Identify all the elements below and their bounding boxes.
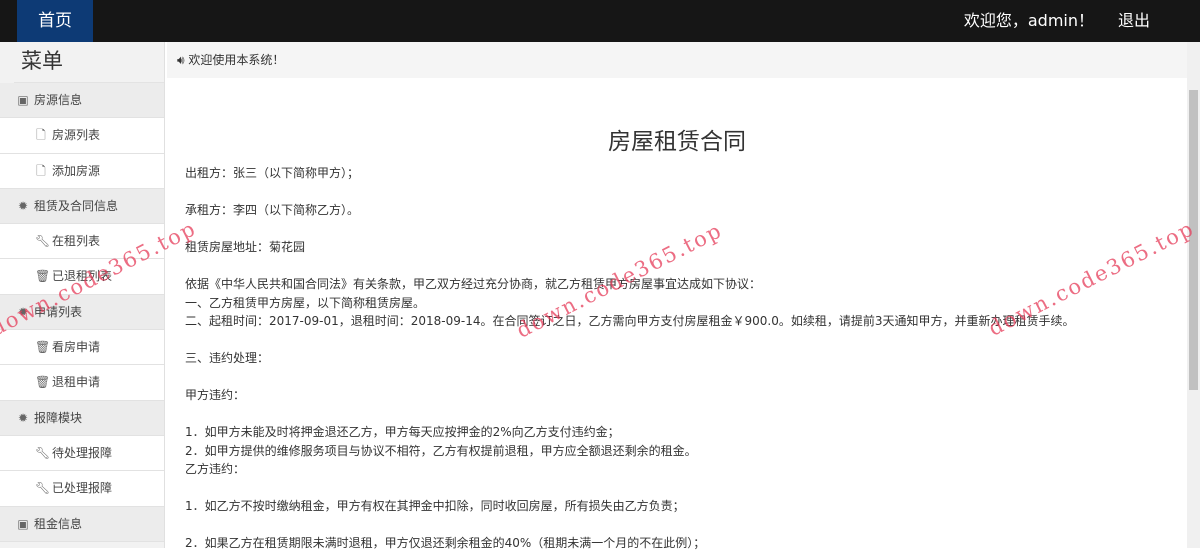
sidebar-item[interactable]: ▣ 房源信息: [0, 83, 164, 119]
sidebar-item[interactable]: ▣ 租金信息: [0, 506, 164, 542]
contract-line: [185, 516, 1074, 535]
sidebar-item-label: 租赁及合同信息: [34, 198, 119, 213]
notice-text: 欢迎使用本系统！: [188, 53, 285, 67]
wrench-icon: 🔧︎: [35, 445, 51, 460]
wrench-icon: 🔧︎: [35, 481, 51, 496]
contract-line: 2．如果乙方在租赁期限未满时退租，甲方仅退还剩余租金的40%（租期未满一个月的不…: [185, 536, 706, 550]
contract-line: [185, 479, 1074, 498]
logout-link[interactable]: 退出: [1118, 0, 1150, 42]
sidebar-item[interactable]: 🗑︎ 退租申请: [0, 365, 164, 401]
trash-icon: 🗑︎: [35, 375, 51, 390]
sidebar-item-label: 房源信息: [34, 93, 83, 107]
contract-line: [185, 183, 1074, 202]
contract-line: 出租方：张三（以下简称甲方）；: [185, 166, 360, 180]
book-icon: ▣: [17, 516, 29, 531]
file-icon: 🗋: [36, 128, 46, 143]
file-icon: 🗋: [36, 163, 46, 178]
sidebar-item-label: 房源列表: [52, 128, 101, 143]
sidebar-item[interactable]: 🔧︎ 已处理报障: [0, 471, 164, 507]
sidebar-item-label: 待处理报障: [52, 445, 113, 460]
contract-line: [185, 368, 1074, 387]
contract-line: 2．如甲方提供的维修服务项目与协议不相符，乙方有权提前退租，甲方应全额退还剩余的…: [185, 443, 697, 458]
sidebar-item-label: 已处理报障: [52, 481, 113, 496]
sidebar-title: 菜单: [14, 42, 164, 83]
contract-line: 租赁房屋地址：菊花园: [185, 240, 306, 254]
contract-line: 二、起租时间：2017-09-01，退租时间：2018-09-14。在合同签订之…: [185, 314, 1075, 328]
sidebar-item[interactable]: 🗋 房源列表: [0, 118, 164, 154]
contract-body: 出租方：张三（以下简称甲方）； 承租方：李四（以下简称乙方）。 租赁房屋地址：菊花园…: [185, 164, 1074, 553]
speaker-icon: 🔊︎: [177, 53, 185, 67]
sidebar-item-label: 租金信息: [34, 516, 83, 531]
sidebar-item[interactable]: 🔧︎ 待处理报障: [0, 435, 164, 472]
sidebar-item-label: 看房申请: [52, 340, 101, 355]
contract-line: 甲方违约：: [185, 388, 246, 402]
contract-line: 1．如甲方未能及时将押金退还乙方，甲方每天应按押金的2%向乙方支付违约金；: [185, 425, 620, 439]
home-tab[interactable]: 首页: [17, 0, 93, 42]
sidebar-item-label: 添加房源: [52, 163, 101, 178]
gear-icon: ✹: [17, 198, 29, 213]
wrench-icon: 🔧︎: [35, 234, 51, 249]
scrollbar[interactable]: [1187, 42, 1200, 548]
sidebar-item-label: 报障模块: [34, 410, 83, 425]
sidebar-item-label: 在租列表: [52, 234, 101, 249]
sidebar-item[interactable]: ✹ 报障模块: [0, 400, 164, 436]
contract-line: [185, 331, 1074, 350]
contract-title: 房屋租赁合同: [608, 129, 746, 155]
contract-line: 乙方违约：: [185, 462, 246, 476]
sidebar-item[interactable]: 🗋 添加房源: [0, 153, 164, 189]
welcome-user: 欢迎您，admin！: [963, 11, 1094, 30]
gear-icon: ✹: [17, 410, 29, 425]
contract-line: [185, 220, 1074, 239]
sidebar-item[interactable]: 🗑︎ 看房申请: [0, 330, 164, 366]
notice-bar: 🔊︎ 欢迎使用本系统！: [167, 42, 1187, 78]
contract-line: 一、乙方租赁甲方房屋，以下简称租赁房屋。: [185, 295, 426, 310]
sidebar-item-label: 退租申请: [52, 375, 101, 390]
contract-line: 三、违约处理：: [185, 351, 270, 365]
top-navbar: 首页 欢迎您，admin！ 退出: [0, 0, 1200, 42]
book-icon: ▣: [17, 93, 29, 107]
contract-line: [185, 405, 1074, 424]
sidebar-item[interactable]: ✹ 租赁及合同信息: [0, 188, 164, 225]
trash-icon: 🗑︎: [35, 340, 51, 355]
contract-line: 1．如乙方不按时缴纳租金，甲方有权在其押金中扣除，同时收回房屋，所有损失由乙方负…: [185, 499, 685, 513]
contract-line: 承租方：李四（以下简称乙方）。: [185, 203, 360, 217]
